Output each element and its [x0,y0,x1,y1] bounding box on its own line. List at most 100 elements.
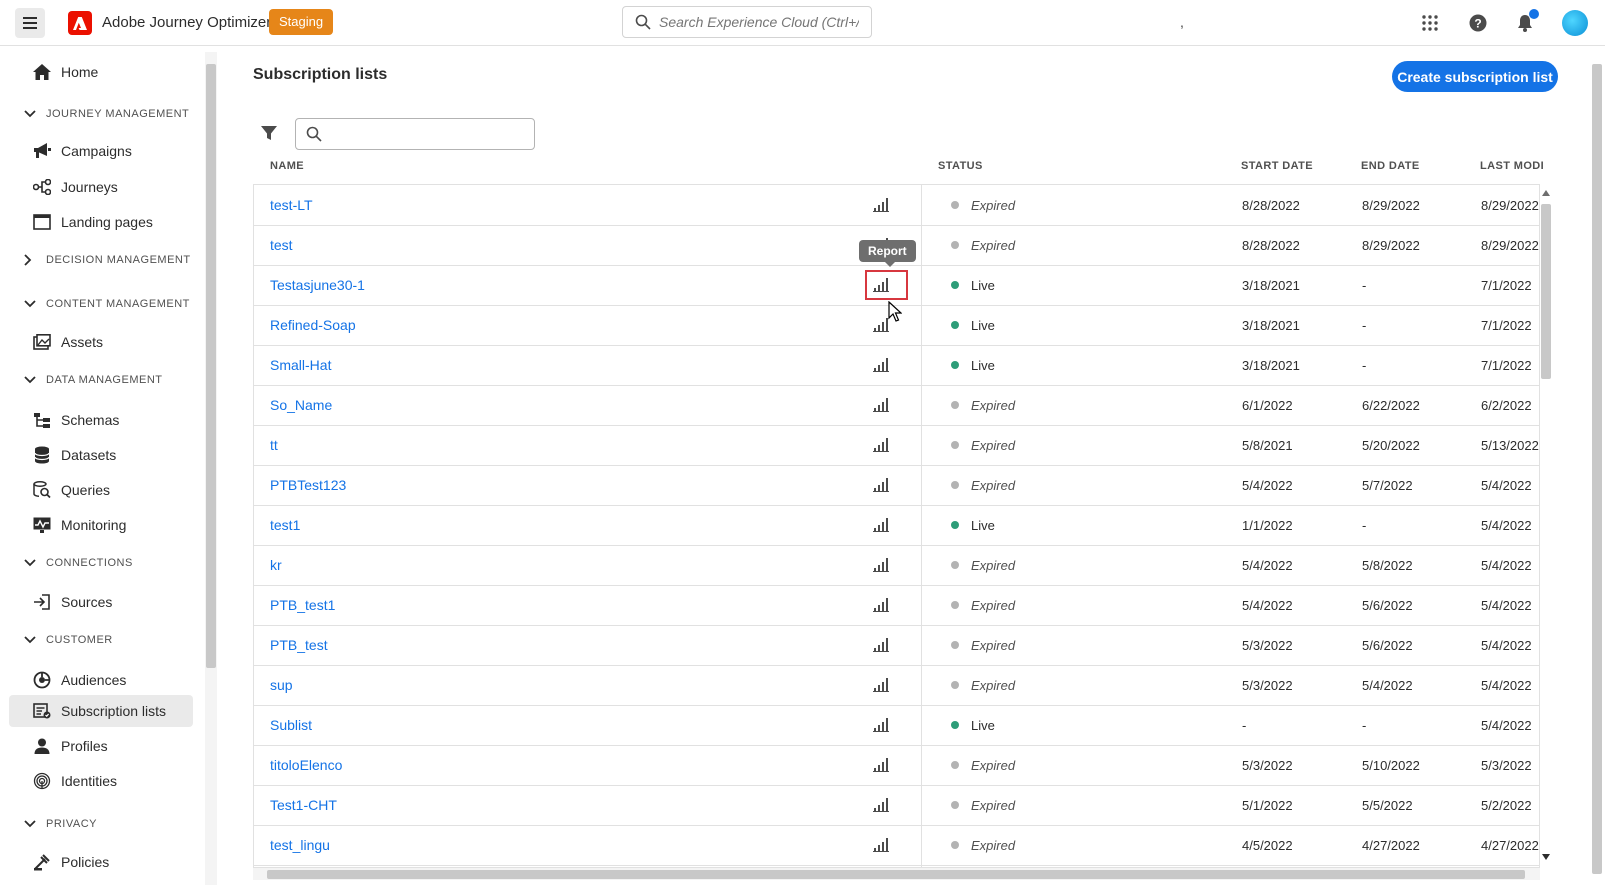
sidebar-item-sources[interactable]: Sources [9,586,193,618]
subscription-list-name-link[interactable]: Sublist [270,705,312,745]
global-search[interactable] [622,6,872,38]
last-modified-cell: 5/4/2022 [1481,597,1532,613]
sidebar-item-campaigns[interactable]: Campaigns [9,135,193,167]
subscription-list-name-link[interactable]: test [270,225,293,265]
create-subscription-list-button[interactable]: Create subscription list [1392,61,1558,92]
section-customer[interactable]: CUSTOMER [24,630,113,650]
subscription-list-name-link[interactable]: Small-Hat [270,345,331,385]
table-row[interactable]: Test1-CHT Expired 5/1/2022 5/5/2022 5/2/2022 [254,785,1539,826]
column-header-name[interactable]: NAME [270,160,304,172]
sidebar-item-monitoring[interactable]: Monitoring [9,509,193,541]
report-icon[interactable] [870,825,892,865]
subscription-list-name-link[interactable]: Testasjune30-1 [270,265,365,305]
subscription-list-name-link[interactable]: test1 [270,505,300,545]
column-header-start-date[interactable]: START DATE [1241,160,1313,172]
sidebar-item-home[interactable]: Home [9,56,193,88]
notifications-icon[interactable] [1513,9,1539,35]
status-label: Expired [971,757,1016,773]
table-search-input[interactable] [330,126,530,142]
help-icon[interactable]: ? [1466,11,1490,35]
table-row[interactable]: kr Expired 5/4/2022 5/8/2022 5/4/2022 [254,545,1539,586]
report-icon[interactable] [870,705,892,745]
sidebar-item-queries[interactable]: Queries [9,474,193,506]
report-icon[interactable] [870,585,892,625]
table-row[interactable]: Small-Hat Live 3/18/2021 - 7/1/2022 [254,345,1539,386]
status-label: Expired [971,437,1016,453]
section-connections[interactable]: CONNECTIONS [24,553,133,573]
table-row[interactable]: PTBTest123 Expired 5/4/2022 5/7/2022 5/4/202… [254,465,1539,506]
sidebar-item-policies[interactable]: Policies [9,846,193,878]
table-row[interactable]: Sublist Live - - 5/4/2022 [254,705,1539,746]
status-dot [951,841,959,849]
sidebar-item-identities[interactable]: Identities [9,765,193,797]
column-header-last-modified[interactable]: LAST MODI [1480,160,1544,172]
table-row[interactable]: tt Expired 5/8/2021 5/20/2022 5/13/2022 [254,425,1539,466]
apps-grid-icon[interactable] [1418,11,1442,35]
subscription-list-name-link[interactable]: Test1-CHT [270,785,337,825]
table-row[interactable]: So_Name Expired 6/1/2022 6/22/2022 6/2/2022 [254,385,1539,426]
section-journey-management[interactable]: JOURNEY MANAGEMENT [24,104,189,124]
subscription-list-name-link[interactable]: tt [270,425,278,465]
subscription-list-name-link[interactable]: kr [270,545,282,585]
subscription-list-name-link[interactable]: titoloElenco [270,745,342,785]
app-title[interactable]: Adobe Journey Optimizer [102,14,271,31]
report-icon[interactable] [870,665,892,705]
table-row[interactable]: titoloElenco Expired 5/3/2022 5/10/2022 5/3/… [254,745,1539,786]
sidebar-item-audiences[interactable]: Audiences [9,664,193,696]
report-icon[interactable] [870,625,892,665]
report-icon[interactable] [870,385,892,425]
start-date-cell: 8/28/2022 [1242,197,1300,213]
column-header-end-date[interactable]: END DATE [1361,160,1420,172]
subscription-list-name-link[interactable]: Refined-Soap [270,305,356,345]
table-row[interactable]: test_lingu Expired 4/5/2022 4/27/2022 4/27/2… [254,825,1539,866]
section-decision-management[interactable]: DECISION MANAGEMENT [24,250,191,270]
subscription-list-name-link[interactable]: PTB_test1 [270,585,335,625]
report-icon[interactable] [870,505,892,545]
sidebar-item-subscription-lists[interactable]: Subscription lists [9,695,193,727]
report-icon[interactable] [870,465,892,505]
report-icon[interactable] [870,745,892,785]
table-row[interactable]: sup Expired 5/3/2022 5/4/2022 5/4/2022 [254,665,1539,706]
sidebar-item-landing-pages[interactable]: Landing pages [9,206,193,238]
subscription-list-name-link[interactable]: PTBTest123 [270,465,346,505]
subscription-list-name-link[interactable]: sup [270,665,293,705]
section-content-management[interactable]: CONTENT MANAGEMENT [24,294,190,314]
section-data-management[interactable]: DATA MANAGEMENT [24,370,163,390]
report-icon[interactable] [870,425,892,465]
global-search-input[interactable] [659,14,859,30]
status-dot [951,281,959,289]
sidebar-item-profiles[interactable]: Profiles [9,730,193,762]
report-icon[interactable] [870,345,892,385]
subscription-list-name-link[interactable]: test-LT [270,185,313,225]
subscription-list-name-link[interactable]: test_lingu [270,825,330,865]
table-horizontal-scrollbar-thumb[interactable] [267,870,1525,879]
table-vertical-scrollbar-thumb[interactable] [1541,204,1551,379]
column-header-status[interactable]: STATUS [938,160,983,172]
sidebar-item-journeys[interactable]: Journeys [9,171,193,203]
section-privacy[interactable]: PRIVACY [24,814,97,834]
user-avatar[interactable] [1562,10,1588,36]
sidebar-item-schemas[interactable]: Schemas [9,404,193,436]
report-icon[interactable] [870,545,892,585]
page-scrollbar-thumb[interactable] [1592,64,1602,874]
subscription-list-name-link[interactable]: PTB_test [270,625,328,665]
sidebar-item-datasets[interactable]: Datasets [9,439,193,471]
adobe-logo-icon[interactable] [68,11,92,35]
status-cell: Live [939,505,995,545]
table-search[interactable] [295,118,535,150]
sidebar-scrollbar-thumb[interactable] [206,64,216,668]
table-row[interactable]: test-LT Expired 8/28/2022 8/29/2022 8/29/202… [254,185,1539,226]
status-cell: Live [939,265,995,305]
table-row[interactable]: test1 Live 1/1/2022 - 5/4/2022 [254,505,1539,546]
report-icon[interactable] [870,185,892,225]
environment-badge[interactable]: Staging [269,9,334,35]
last-modified-cell: 5/4/2022 [1481,517,1532,533]
filter-icon[interactable] [260,124,278,142]
status-label: Expired [971,397,1016,413]
subscription-list-name-link[interactable]: So_Name [270,385,332,425]
report-icon[interactable] [870,785,892,825]
menu-icon[interactable] [15,8,45,38]
table-row[interactable]: PTB_test Expired 5/3/2022 5/6/2022 5/4/2022 [254,625,1539,666]
table-row[interactable]: PTB_test1 Expired 5/4/2022 5/6/2022 5/4/2022 [254,585,1539,626]
sidebar-item-assets[interactable]: Assets [9,326,193,358]
